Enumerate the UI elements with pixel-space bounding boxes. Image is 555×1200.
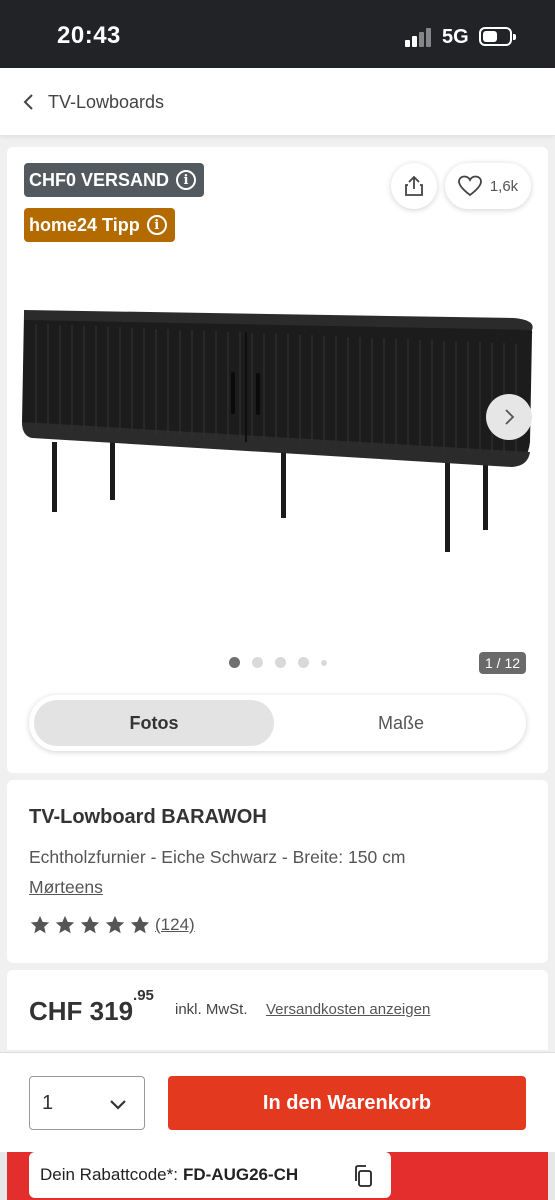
tipp-badge-label: home24 Tipp (29, 214, 140, 235)
shipping-badge[interactable]: CHF0 VERSAND i (24, 163, 205, 197)
share-icon (405, 175, 423, 196)
star-icon (105, 915, 125, 934)
chevron-right-icon (505, 409, 515, 425)
vat-note: inkl. MwSt. (175, 1001, 248, 1018)
add-to-cart-button[interactable]: In den Warenkorb (168, 1076, 526, 1130)
heart-icon (457, 175, 482, 197)
review-count[interactable]: (124) (155, 915, 195, 935)
price-section: CHF 319.95 inkl. MwSt. Versandkosten anz… (7, 970, 548, 1050)
page-header: TV-Lowboards (0, 68, 555, 136)
gallery-view-toggle: Fotos Maße (29, 695, 526, 751)
product-info: TV-Lowboard BARAWOH Echtholzfurnier - Ei… (7, 780, 548, 963)
product-title: TV-Lowboard BARAWOH (29, 806, 267, 828)
breadcrumb: TV-Lowboards (48, 91, 165, 112)
pagination-dot[interactable] (298, 657, 309, 668)
battery-icon (479, 27, 516, 46)
purchase-bar: 1 In den Warenkorb (0, 1052, 555, 1152)
gallery-pagination (229, 657, 339, 668)
pagination-dot[interactable] (321, 659, 327, 666)
info-icon: i (176, 170, 197, 190)
star-icon (130, 915, 150, 934)
product-image[interactable] (22, 302, 534, 562)
back-button[interactable]: TV-Lowboards (22, 90, 164, 114)
product-description: Echtholzfurnier - Eiche Schwarz - Breite… (29, 847, 406, 867)
pagination-dot[interactable] (275, 657, 286, 668)
rating[interactable]: (124) (29, 914, 195, 936)
star-icon (80, 915, 100, 934)
chevron-down-icon (110, 1100, 126, 1110)
brand-link[interactable]: Mørteens (29, 877, 103, 898)
signal-icon (405, 27, 435, 47)
star-icon (55, 915, 75, 934)
image-counter: 1 / 12 (479, 652, 526, 674)
pagination-dot[interactable] (252, 657, 263, 668)
promo-banner: Dein Rabattcode*: FD-AUG26-CH (0, 1152, 555, 1200)
favorite-count: 1,6k (489, 177, 519, 195)
price-cents: .95 (133, 987, 154, 1005)
status-bar: 20:43 5G (0, 0, 555, 68)
favorite-button[interactable]: 1,6k (445, 163, 531, 209)
quantity-select[interactable]: 1 (29, 1076, 145, 1130)
back-chevron-icon (23, 94, 33, 110)
product-gallery: CHF0 VERSAND i home24 Tipp i 1,6k 1 / 12… (7, 147, 548, 773)
pagination-dot[interactable] (229, 657, 240, 668)
status-time: 20:43 (57, 22, 121, 49)
tab-photos[interactable]: Fotos (34, 700, 274, 746)
shipping-costs-link[interactable]: Versandkosten anzeigen (266, 1001, 430, 1018)
price-main: CHF 319 (29, 996, 134, 1026)
share-button[interactable] (391, 163, 437, 209)
promo-label: Dein Rabattcode*: (40, 1165, 178, 1184)
star-icon (30, 915, 50, 934)
promo-code: FD-AUG26-CH (182, 1165, 299, 1184)
copy-icon[interactable] (352, 1164, 374, 1188)
tipp-badge[interactable]: home24 Tipp i (24, 208, 175, 242)
price: CHF 319.95 (29, 987, 154, 1027)
next-image-button[interactable] (486, 394, 532, 440)
info-icon: i (146, 215, 167, 235)
shipping-badge-label: CHF0 VERSAND (29, 169, 170, 190)
promo-code-pill[interactable]: Dein Rabattcode*: FD-AUG26-CH (29, 1152, 391, 1198)
tab-dimensions[interactable]: Maße (281, 700, 521, 746)
network-type: 5G (442, 26, 469, 48)
quantity-value: 1 (42, 1092, 54, 1114)
